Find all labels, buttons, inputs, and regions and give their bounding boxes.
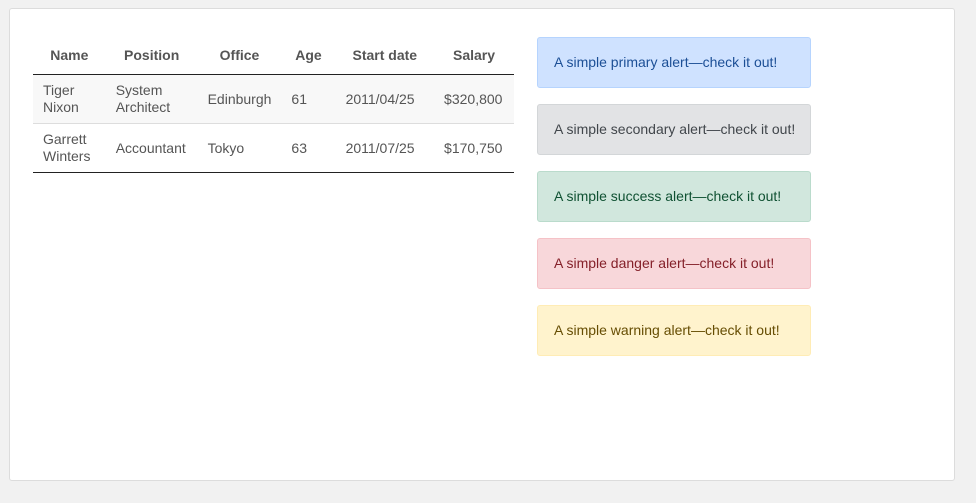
cell-name: Tiger Nixon <box>33 74 106 124</box>
cell-start-date: 2011/04/25 <box>335 74 435 124</box>
column-header-name[interactable]: Name <box>33 37 106 75</box>
cell-office: Tokyo <box>197 123 282 173</box>
cell-office: Edinburgh <box>197 74 282 124</box>
secondary-alert: A simple secondary alert—check it out! <box>537 104 811 155</box>
table-header-row: Name Position Office Age Start date Sala… <box>33 37 514 75</box>
cell-position: System Architect <box>105 74 198 124</box>
employee-table: Name Position Office Age Start date Sala… <box>33 37 514 173</box>
cell-age: 61 <box>281 74 336 124</box>
column-header-start-date[interactable]: Start date <box>335 37 435 75</box>
table-row: Garrett Winters Accountant Tokyo 63 2011… <box>33 123 514 173</box>
content-card: Name Position Office Age Start date Sala… <box>9 8 955 481</box>
success-alert: A simple success alert—check it out! <box>537 171 811 222</box>
column-header-salary[interactable]: Salary <box>434 37 514 75</box>
column-header-age[interactable]: Age <box>281 37 336 75</box>
cell-salary: $320,800 <box>434 74 514 124</box>
table-row: Tiger Nixon System Architect Edinburgh 6… <box>33 74 514 124</box>
column-header-office[interactable]: Office <box>197 37 282 75</box>
cell-age: 63 <box>281 123 336 173</box>
cell-salary: $170,750 <box>434 123 514 173</box>
cell-position: Accountant <box>105 123 198 173</box>
cell-start-date: 2011/07/25 <box>335 123 435 173</box>
employee-table-container: Name Position Office Age Start date Sala… <box>33 37 514 173</box>
cell-name: Garrett Winters <box>33 123 106 173</box>
warning-alert: A simple warning alert—check it out! <box>537 305 811 356</box>
primary-alert: A simple primary alert—check it out! <box>537 37 811 88</box>
column-header-position[interactable]: Position <box>105 37 198 75</box>
danger-alert: A simple danger alert—check it out! <box>537 238 811 289</box>
alerts-stack: A simple primary alert—check it out! A s… <box>537 37 811 372</box>
